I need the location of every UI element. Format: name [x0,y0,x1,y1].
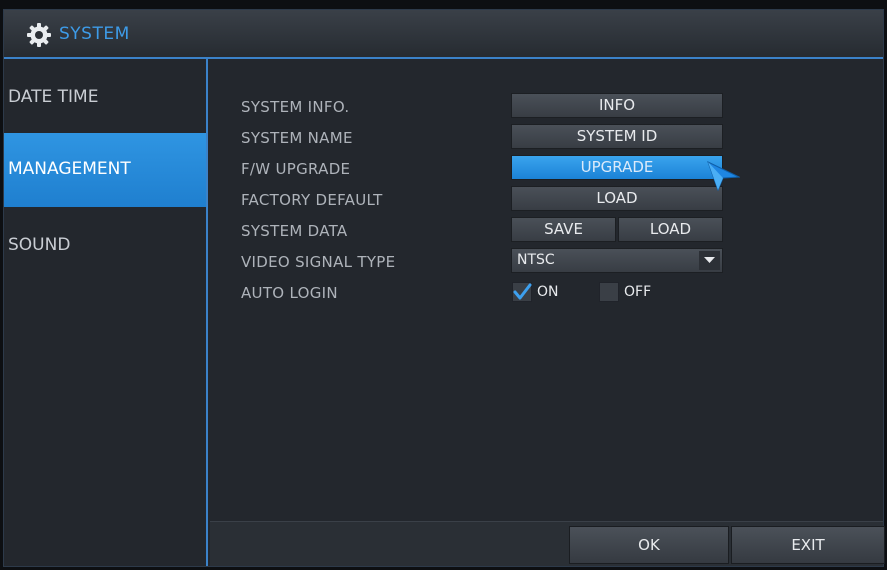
system-name-label: SYSTEM NAME [241,129,353,147]
video-signal-select[interactable]: NTSC [511,248,723,273]
exit-button[interactable]: EXIT [731,526,885,564]
fw-upgrade-label: F/W UPGRADE [241,160,351,178]
factory-default-label: FACTORY DEFAULT [241,191,383,209]
auto-login-label: AUTO LOGIN [241,284,338,302]
info-button[interactable]: INFO [511,93,723,118]
sidebar-item-label: DATE TIME [8,87,99,107]
sidebar: DATE TIME MANAGEMENT SOUND [4,59,208,566]
sidebar-item-label: SOUND [8,235,71,255]
dropdown-arrow-icon [699,251,720,270]
footer-bar: OK EXIT [210,521,885,566]
factory-load-button[interactable]: LOAD [511,186,723,211]
data-save-button[interactable]: SAVE [511,217,616,242]
data-load-button[interactable]: LOAD [618,217,723,242]
window-title: SYSTEM [59,24,130,44]
sidebar-item-sound[interactable]: SOUND [4,207,206,281]
sidebar-item-label: MANAGEMENT [8,159,131,179]
upgrade-button[interactable]: UPGRADE [511,155,723,180]
auto-login-off-label: OFF [624,284,652,300]
video-signal-type-label: VIDEO SIGNAL TYPE [241,253,396,271]
auto-login-on-checkbox[interactable] [512,282,532,302]
system-window: SYSTEM DATE TIME MANAGEMENT SOUND SYSTEM… [3,9,885,567]
auto-login-on-label: ON [537,284,559,300]
system-info-label: SYSTEM INFO. [241,98,350,116]
video-signal-value: NTSC [517,252,555,268]
ok-button[interactable]: OK [569,526,729,564]
gear-icon [26,22,52,48]
auto-login-off-checkbox[interactable] [599,282,619,302]
system-data-label: SYSTEM DATA [241,222,348,240]
mouse-cursor-icon [707,161,740,191]
system-id-button[interactable]: SYSTEM ID [511,124,723,149]
checkmark-icon [513,283,532,300]
sidebar-item-management[interactable]: MANAGEMENT [4,133,206,207]
title-bar: SYSTEM [4,10,883,59]
sidebar-item-date-time[interactable]: DATE TIME [4,59,206,133]
settings-panel: SYSTEM INFO. INFO SYSTEM NAME SYSTEM ID … [210,59,883,566]
